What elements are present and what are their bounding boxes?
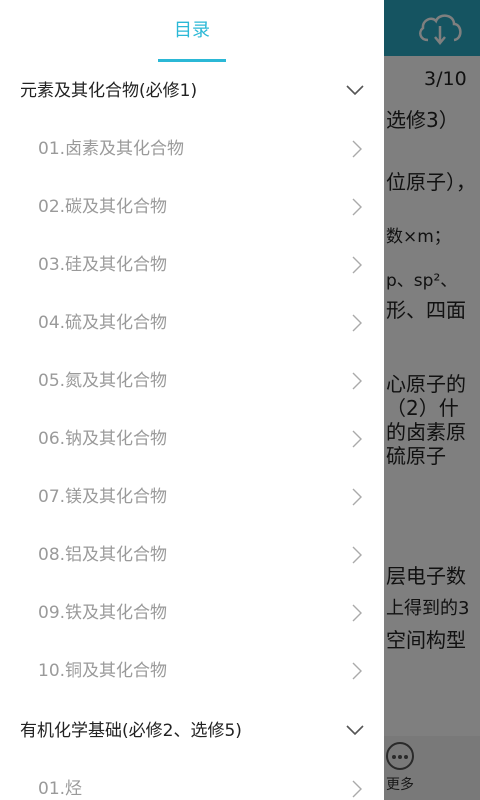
chevron-right-icon xyxy=(352,372,362,390)
chapter-title: 元素及其化合物(必修1) xyxy=(20,81,198,101)
list-item[interactable]: 04.硫及其化合物 xyxy=(0,294,384,352)
chapter-header[interactable]: 有机化学基础(必修2、选修5) xyxy=(0,702,384,760)
chapter-header[interactable]: 元素及其化合物(必修1) xyxy=(0,62,384,120)
list-item-label: 05.氮及其化合物 xyxy=(38,371,168,391)
chevron-down-icon xyxy=(346,725,364,736)
chevron-right-icon xyxy=(352,488,362,506)
list-item-label: 04.硫及其化合物 xyxy=(38,313,168,333)
chevron-right-icon xyxy=(352,314,362,332)
list-item[interactable]: 01.卤素及其化合物 xyxy=(0,120,384,178)
list-item[interactable]: 09.铁及其化合物 xyxy=(0,584,384,642)
chevron-down-icon xyxy=(346,85,364,96)
chevron-right-icon xyxy=(352,198,362,216)
list-item[interactable]: 05.氮及其化合物 xyxy=(0,352,384,410)
list-item-label: 02.碳及其化合物 xyxy=(38,197,168,217)
list-item[interactable]: 10.铜及其化合物 xyxy=(0,642,384,700)
list-item[interactable]: 02.碳及其化合物 xyxy=(0,178,384,236)
chevron-right-icon xyxy=(352,140,362,158)
chapter-title: 有机化学基础(必修2、选修5) xyxy=(20,721,242,741)
list-item-label: 01.烃 xyxy=(38,779,83,799)
list-item-label: 08.铝及其化合物 xyxy=(38,545,168,565)
chevron-right-icon xyxy=(352,430,362,448)
list-item[interactable]: 07.镁及其化合物 xyxy=(0,468,384,526)
list-item[interactable]: 03.硅及其化合物 xyxy=(0,236,384,294)
list-item-label: 09.铁及其化合物 xyxy=(38,603,168,623)
tab-catalog-label: 目录 xyxy=(174,20,210,41)
list-item[interactable]: 08.铝及其化合物 xyxy=(0,526,384,584)
chevron-right-icon xyxy=(352,780,362,798)
list-item-label: 06.钠及其化合物 xyxy=(38,429,168,449)
list-item-label: 01.卤素及其化合物 xyxy=(38,139,185,159)
chevron-right-icon xyxy=(352,662,362,680)
list-item-label: 10.铜及其化合物 xyxy=(38,661,168,681)
catalog-drawer: 目录 元素及其化合物(必修1) 01.卤素及其化合物 02.碳及其化合物 03.… xyxy=(0,0,384,800)
chevron-right-icon xyxy=(352,604,362,622)
chevron-right-icon xyxy=(352,546,362,564)
list-item-label: 03.硅及其化合物 xyxy=(38,255,168,275)
chevron-right-icon xyxy=(352,256,362,274)
tab-catalog[interactable]: 目录 xyxy=(158,16,226,62)
list-item[interactable]: 06.钠及其化合物 xyxy=(0,410,384,468)
list-item-label: 07.镁及其化合物 xyxy=(38,487,168,507)
list-item[interactable]: 01.烃 xyxy=(0,760,384,800)
